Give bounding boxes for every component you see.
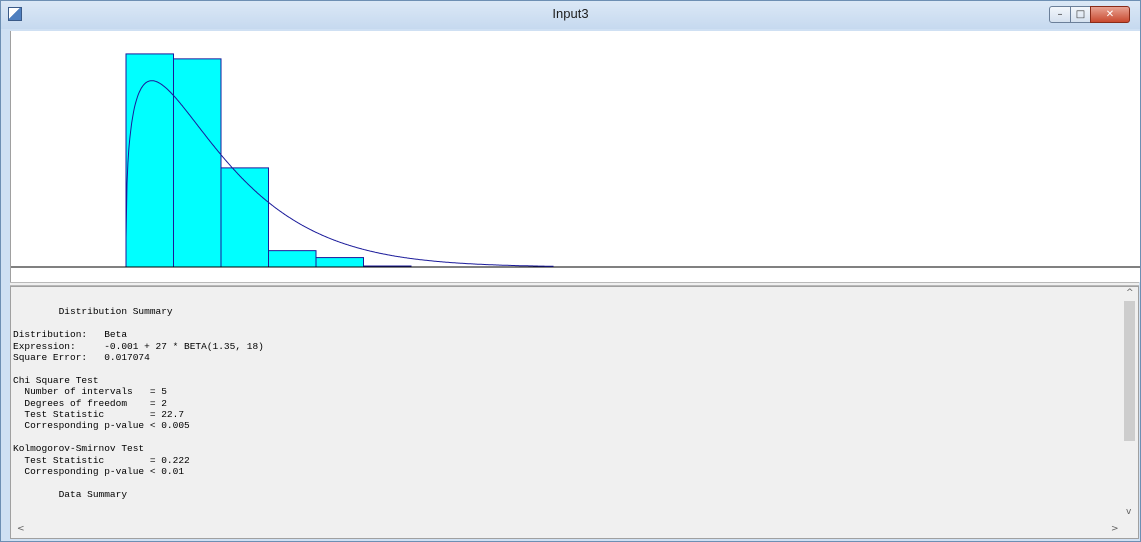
summary-line: Test Statistic = 22.7 [24,409,185,421]
distribution-summary-text: Distribution Summary Distribution: Beta … [13,295,1121,520]
window-title: Input3 [552,6,589,21]
summary-line: Test Statistic = 0.222 [24,454,190,466]
histogram-bar [268,250,317,268]
close-button[interactable]: ✕ [1090,6,1130,23]
summary-line: Kolmogorov-Smirnov Test [13,443,145,455]
summary-line: Expression: -0.001 + 27 * BETA(1.35, 18) [13,340,264,352]
summary-line: Data Summary [58,488,128,500]
scroll-right-icon[interactable]: > [1111,524,1119,534]
maximize-button[interactable]: □ [1070,6,1091,23]
summary-line: Corresponding p-value < 0.005 [24,420,190,432]
histogram-bar [315,257,364,268]
horizontal-scrollbar[interactable]: < > [11,522,1138,538]
maximize-icon: □ [1075,9,1086,20]
summary-text-pane[interactable]: Distribution Summary Distribution: Beta … [10,286,1139,539]
minimize-icon: – [1057,9,1063,20]
summary-line: Number of intervals = 5 [24,386,167,398]
scroll-down-icon[interactable]: v [1126,507,1131,517]
scroll-up-icon[interactable]: ^ [1126,288,1134,298]
histogram-bar [220,167,269,268]
histogram-chart [11,53,1140,268]
title-bar[interactable]: Input3 – □ ✕ [1,1,1140,29]
close-icon: ✕ [1105,9,1115,20]
vertical-scroll-thumb[interactable] [1124,301,1135,441]
histogram-bar [125,53,174,268]
scroll-left-icon[interactable]: < [17,524,25,534]
summary-line: Corresponding p-value < 0.01 [24,466,185,478]
summary-line: Distribution Summary [58,306,173,318]
vertical-scrollbar[interactable]: ^ v [1122,287,1138,522]
summary-line: Chi Square Test [13,374,99,386]
minimize-button[interactable]: – [1049,6,1071,23]
summary-line: Square Error: 0.017074 [13,352,150,364]
histogram-plot [10,31,1140,282]
histogram-bar [173,58,222,268]
summary-line: Degrees of freedom = 2 [24,397,167,409]
summary-line: Distribution: Beta [13,329,128,341]
